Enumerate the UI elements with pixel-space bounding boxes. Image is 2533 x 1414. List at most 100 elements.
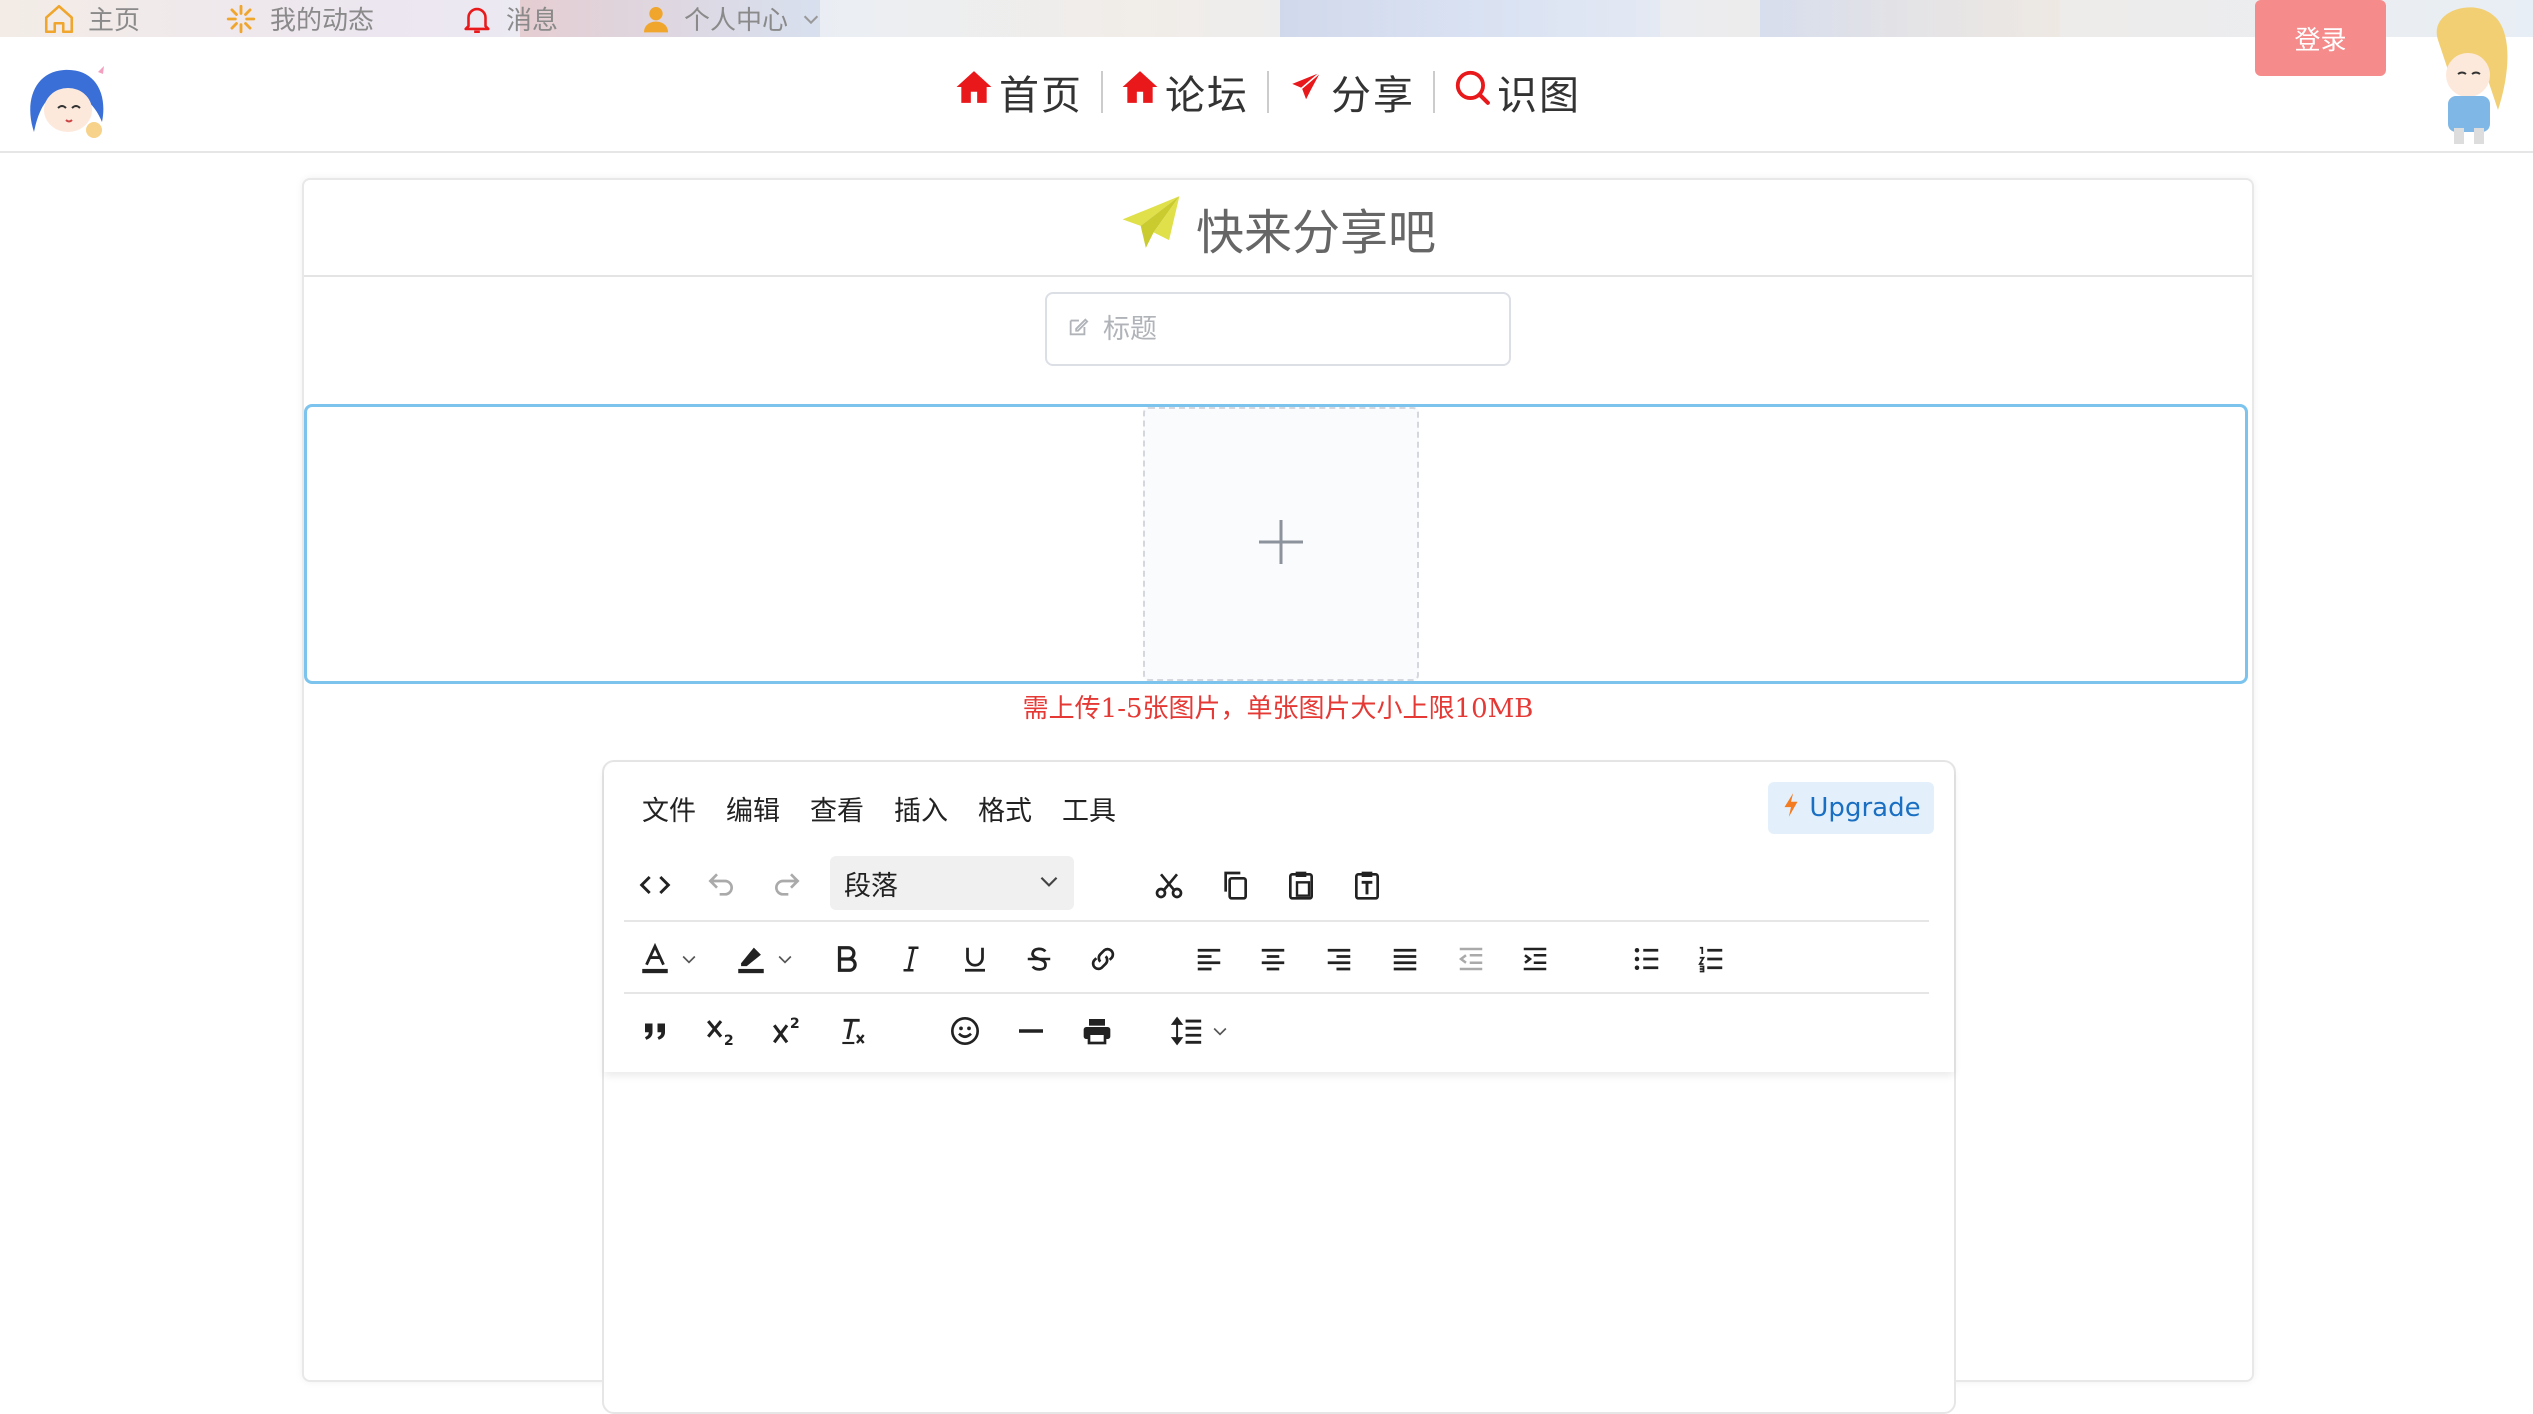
main-nav: 首页 论坛 分享 识图	[955, 62, 1581, 122]
clear-formatting-button[interactable]	[830, 1008, 876, 1054]
toolbar-row-3: 2 2	[624, 992, 1929, 1066]
top-nav-messages[interactable]: 消息	[460, 0, 558, 37]
underline-button[interactable]	[952, 936, 998, 982]
chevron-down-icon	[800, 8, 822, 30]
chevron-down-icon	[1036, 868, 1062, 901]
align-center-button[interactable]	[1250, 936, 1296, 982]
outdent-button[interactable]	[1448, 936, 1494, 982]
line-height-button[interactable]	[1164, 1008, 1210, 1054]
indent-button[interactable]	[1512, 936, 1558, 982]
nav-divider	[1101, 71, 1103, 113]
cut-button[interactable]	[1146, 862, 1192, 908]
bullet-list-button[interactable]	[1624, 936, 1670, 982]
bell-icon	[460, 2, 494, 36]
bold-button[interactable]	[824, 936, 870, 982]
menu-tools[interactable]: 工具	[1062, 789, 1116, 828]
upload-add-button[interactable]	[1143, 407, 1419, 681]
align-left-button[interactable]	[1186, 936, 1232, 982]
main-nav-share-label: 分享	[1331, 73, 1415, 119]
nav-divider	[1433, 71, 1435, 113]
paper-plane-icon	[1287, 68, 1325, 116]
emoticons-button[interactable]	[942, 1008, 988, 1054]
top-nav-messages-label: 消息	[506, 6, 559, 36]
justify-button[interactable]	[1382, 936, 1428, 982]
share-card: 快来分享吧 需上传1-5张图片，单张图片大小上限10MB 文件 编辑 查看 插入…	[302, 178, 2254, 1414]
line-height-dropdown[interactable]	[1206, 1008, 1234, 1054]
lightning-icon	[1781, 792, 1801, 825]
home-icon	[955, 68, 993, 116]
paste-button[interactable]	[1278, 862, 1324, 908]
menu-format[interactable]: 格式	[978, 789, 1032, 828]
align-right-icon	[1324, 944, 1354, 974]
strikethrough-icon	[1024, 944, 1054, 974]
main-nav-image-search-label: 识图	[1497, 73, 1581, 119]
top-nav-home-label: 主页	[88, 6, 141, 36]
clipboard-icon	[1285, 869, 1317, 901]
main-nav-forum[interactable]: 论坛	[1121, 63, 1249, 121]
print-button[interactable]	[1074, 1008, 1120, 1054]
editor-toolbar-area: 文件 编辑 查看 插入 格式 工具 Upgrade 段落 2 2	[604, 762, 1954, 1072]
login-button[interactable]: 登录	[2255, 0, 2386, 76]
highlight-color-button[interactable]	[728, 936, 774, 982]
copy-button[interactable]	[1212, 862, 1258, 908]
title-input[interactable]	[1101, 312, 1485, 346]
main-nav-forum-label: 论坛	[1165, 73, 1249, 119]
align-justify-icon	[1390, 944, 1420, 974]
card-heading-text: 快来分享吧	[1195, 204, 1436, 261]
image-upload-area	[304, 404, 2248, 684]
strikethrough-button[interactable]	[1016, 936, 1062, 982]
editor-menubar: 文件 编辑 查看 插入 格式 工具	[642, 780, 1116, 836]
menu-edit[interactable]: 编辑	[726, 789, 780, 828]
superscript-button[interactable]: 2	[764, 1008, 810, 1054]
main-nav-home[interactable]: 首页	[955, 63, 1083, 121]
bullet-list-icon	[1632, 944, 1662, 974]
toolbar-row-2	[624, 920, 1929, 994]
text-color-dropdown[interactable]	[674, 936, 704, 982]
main-nav-share[interactable]: 分享	[1287, 63, 1415, 121]
top-nav-dynamics[interactable]: 我的动态	[224, 0, 374, 37]
menu-file[interactable]: 文件	[642, 789, 696, 828]
title-field[interactable]	[1045, 292, 1511, 366]
sparkle-icon	[224, 2, 258, 36]
horizontal-rule-button[interactable]	[1008, 1008, 1054, 1054]
smiley-icon	[949, 1015, 981, 1047]
toolbar-row-1: 段落	[624, 848, 1929, 920]
horizontal-line-icon	[1015, 1015, 1047, 1047]
menu-insert[interactable]: 插入	[894, 789, 948, 828]
text-color-icon	[638, 942, 672, 976]
align-center-icon	[1258, 944, 1288, 974]
card-heading: 快来分享吧	[304, 180, 2252, 277]
source-code-button[interactable]	[632, 862, 678, 908]
top-nav: 主页 我的动态 消息 个人中心	[0, 0, 2533, 37]
text-color-button[interactable]	[632, 936, 678, 982]
align-right-button[interactable]	[1316, 936, 1362, 982]
numbered-list-icon	[1696, 944, 1726, 974]
code-icon	[639, 869, 671, 901]
highlight-color-dropdown[interactable]	[770, 936, 800, 982]
nav-divider	[1267, 71, 1269, 113]
paper-plane-icon	[1120, 191, 1182, 265]
undo-button[interactable]	[698, 862, 744, 908]
upgrade-button[interactable]: Upgrade	[1768, 782, 1934, 834]
italic-icon	[896, 944, 926, 974]
search-icon	[1453, 68, 1491, 116]
redo-button[interactable]	[764, 862, 810, 908]
blockquote-button[interactable]	[632, 1008, 678, 1054]
outdent-icon	[1456, 944, 1486, 974]
main-nav-image-search[interactable]: 识图	[1453, 63, 1581, 121]
menu-view[interactable]: 查看	[810, 789, 864, 828]
paste-text-button[interactable]	[1344, 862, 1390, 908]
block-format-select[interactable]: 段落	[830, 856, 1074, 910]
top-nav-profile[interactable]: 个人中心	[640, 0, 822, 37]
indent-icon	[1520, 944, 1550, 974]
subscript-button[interactable]: 2	[698, 1008, 744, 1054]
main-nav-home-label: 首页	[999, 73, 1083, 119]
align-left-icon	[1194, 944, 1224, 974]
italic-button[interactable]	[888, 936, 934, 982]
underline-icon	[960, 944, 990, 974]
link-button[interactable]	[1080, 936, 1126, 982]
top-nav-dynamics-label: 我的动态	[270, 6, 375, 36]
clear-format-icon	[837, 1015, 869, 1047]
numbered-list-button[interactable]	[1688, 936, 1734, 982]
top-nav-home[interactable]: 主页	[42, 0, 140, 37]
